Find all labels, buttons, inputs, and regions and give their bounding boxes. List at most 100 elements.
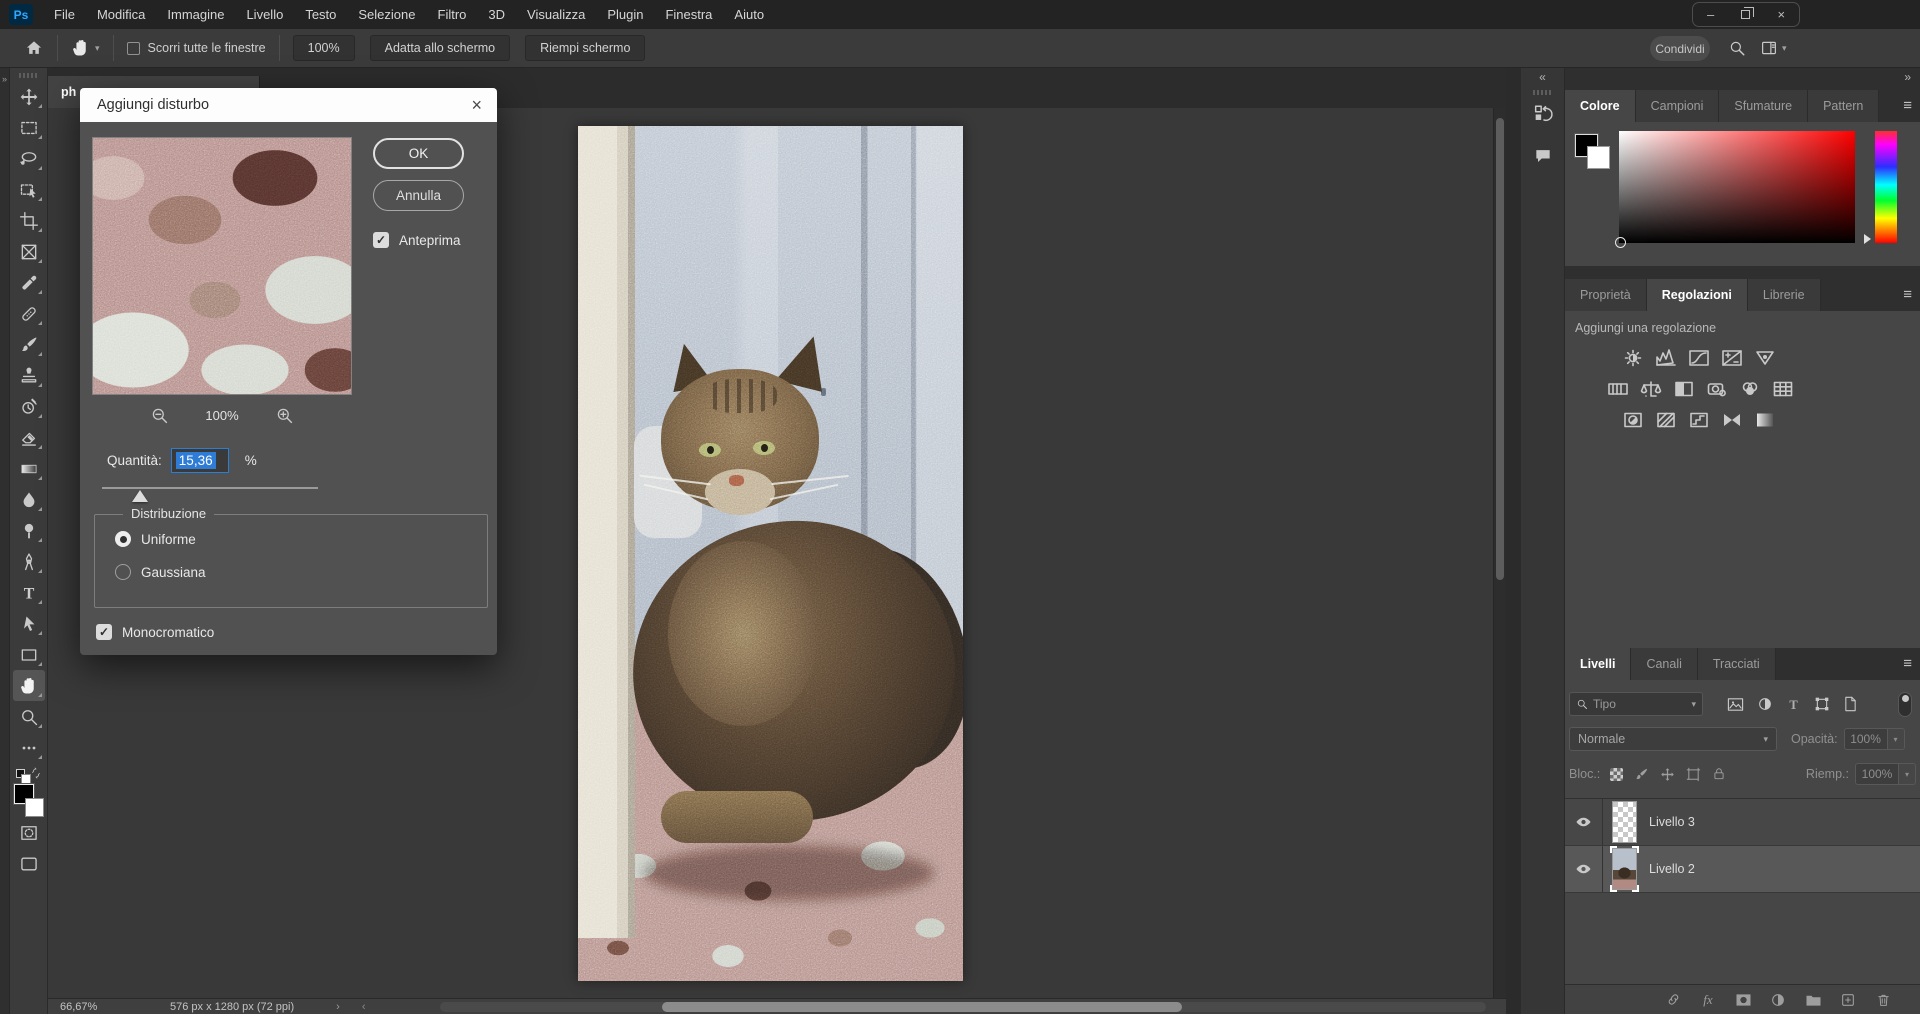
- tool-rectangular-marquee[interactable]: [13, 112, 45, 143]
- fill-screen-button[interactable]: Riempi schermo: [525, 35, 645, 61]
- threshold-icon[interactable]: [1687, 410, 1711, 430]
- tool-zoom[interactable]: [13, 701, 45, 732]
- add-mask-button[interactable]: [1734, 992, 1752, 1008]
- tool-frame[interactable]: [13, 236, 45, 267]
- radio-uniform[interactable]: Uniforme: [115, 531, 196, 547]
- photo-filter-icon[interactable]: [1705, 379, 1729, 399]
- invert-icon[interactable]: [1621, 410, 1645, 430]
- tab-pattern[interactable]: Pattern: [1808, 90, 1879, 122]
- menu-selezione[interactable]: Selezione: [347, 0, 426, 29]
- history-panel-button[interactable]: [1531, 102, 1555, 126]
- menu-plugin[interactable]: Plugin: [596, 0, 654, 29]
- tool-pen[interactable]: [13, 546, 45, 577]
- tab-proprieta[interactable]: Proprietà: [1565, 279, 1647, 311]
- quantity-slider-thumb[interactable]: [132, 490, 148, 502]
- tool-eyedropper[interactable]: [13, 267, 45, 298]
- tool-screen-mode[interactable]: [13, 848, 45, 879]
- brightness-contrast-icon[interactable]: [1621, 348, 1645, 368]
- tab-campioni[interactable]: Campioni: [1636, 90, 1720, 122]
- menu-aiuto[interactable]: Aiuto: [723, 0, 775, 29]
- levels-icon[interactable]: [1654, 348, 1678, 368]
- tool-rectangle[interactable]: [13, 639, 45, 670]
- layer-name[interactable]: Livello 2: [1649, 862, 1695, 876]
- restore-button[interactable]: [1728, 3, 1763, 26]
- hue-strip[interactable]: [1875, 131, 1897, 243]
- layer-filter-search[interactable]: Tipo ▾: [1569, 692, 1703, 716]
- color-balance-icon[interactable]: [1639, 379, 1663, 399]
- cancel-button[interactable]: Annulla: [373, 180, 464, 211]
- scroll-all-windows-checkbox[interactable]: Scorri tutte le finestre: [127, 41, 266, 55]
- vertical-scrollbar-thumb[interactable]: [1496, 118, 1504, 580]
- noise-preview-thumbnail[interactable]: [92, 137, 352, 395]
- quantity-slider-track[interactable]: [102, 487, 318, 489]
- color-picker-ring[interactable]: [1615, 237, 1626, 248]
- channel-mixer-icon[interactable]: [1738, 379, 1762, 399]
- layer-thumbnail[interactable]: [1612, 848, 1637, 890]
- tool-object-selection[interactable]: [13, 174, 45, 205]
- layer-thumbnail[interactable]: [1612, 801, 1637, 843]
- background-color-swatch[interactable]: [25, 798, 44, 817]
- toolbar-collapse-strip[interactable]: »: [0, 68, 10, 1014]
- rail-grip[interactable]: [1533, 90, 1553, 95]
- search-button[interactable]: [1728, 39, 1746, 57]
- new-layer-button[interactable]: [1839, 992, 1857, 1008]
- new-group-button[interactable]: [1804, 992, 1822, 1008]
- layer-row-selected[interactable]: Livello 2: [1565, 846, 1920, 893]
- hue-saturation-icon[interactable]: [1606, 379, 1630, 399]
- tab-livelli[interactable]: Livelli: [1565, 648, 1631, 680]
- tab-regolazioni[interactable]: Regolazioni: [1647, 279, 1748, 311]
- link-layers-button[interactable]: [1664, 992, 1682, 1008]
- quantity-input[interactable]: 15,36: [171, 448, 229, 473]
- dialog-close-button[interactable]: ×: [471, 93, 482, 117]
- new-adjustment-layer-button[interactable]: [1769, 992, 1787, 1008]
- collapse-panels-button[interactable]: «: [1521, 70, 1564, 84]
- tool-crop[interactable]: [13, 205, 45, 236]
- monochromatic-checkbox[interactable]: ✓ Monocromatico: [96, 624, 214, 640]
- menu-testo[interactable]: Testo: [294, 0, 347, 29]
- ok-button[interactable]: OK: [373, 138, 464, 169]
- panel-menu-icon[interactable]: ≡: [1903, 287, 1912, 302]
- zoom-100-button[interactable]: 100%: [293, 35, 355, 61]
- status-zoom-level[interactable]: 66,67%: [60, 999, 130, 1014]
- layer-filter-toggle[interactable]: [1898, 692, 1912, 717]
- radio-gaussian[interactable]: Gaussiana: [115, 564, 206, 580]
- delete-layer-button[interactable]: [1874, 992, 1892, 1008]
- tab-sfumature[interactable]: Sfumature: [1719, 90, 1808, 122]
- layer-row[interactable]: Livello 3: [1565, 799, 1920, 846]
- tab-colore[interactable]: Colore: [1565, 90, 1636, 122]
- layer-name[interactable]: Livello 3: [1649, 815, 1695, 829]
- menu-modifica[interactable]: Modifica: [86, 0, 156, 29]
- close-button[interactable]: ×: [1764, 3, 1799, 26]
- zoom-in-icon[interactable]: [275, 406, 294, 425]
- expand-panels-button[interactable]: »: [1904, 70, 1911, 84]
- tool-blur[interactable]: [13, 484, 45, 515]
- vibrance-icon[interactable]: [1753, 348, 1777, 368]
- dialog-title-bar[interactable]: Aggiungi disturbo ×: [80, 88, 497, 122]
- tool-type[interactable]: T: [13, 577, 45, 608]
- chevron-down-icon[interactable]: ▾: [1899, 763, 1916, 785]
- zoom-out-icon[interactable]: [150, 406, 169, 425]
- color-lookup-icon[interactable]: [1771, 379, 1795, 399]
- menu-finestra[interactable]: Finestra: [654, 0, 723, 29]
- preview-checkbox[interactable]: ✓ Anteprima: [373, 232, 461, 248]
- background-color-swatch[interactable]: [1587, 146, 1610, 169]
- lock-transparency-icon[interactable]: [1610, 768, 1623, 781]
- default-swap-colors[interactable]: [16, 765, 42, 781]
- comments-panel-button[interactable]: [1531, 144, 1555, 168]
- scroll-left-arrow-icon[interactable]: ‹: [362, 999, 366, 1014]
- workspace-switcher[interactable]: ▾: [1760, 39, 1787, 57]
- saturation-brightness-field[interactable]: [1619, 131, 1855, 243]
- blend-mode-select[interactable]: Normale ▾: [1569, 727, 1777, 751]
- minimize-button[interactable]: –: [1693, 3, 1728, 26]
- horizontal-scrollbar[interactable]: [440, 1002, 1486, 1012]
- tool-history-brush[interactable]: [13, 391, 45, 422]
- panel-menu-icon[interactable]: ≡: [1903, 98, 1912, 113]
- black-white-icon[interactable]: [1672, 379, 1696, 399]
- fill-value[interactable]: 100%: [1855, 763, 1899, 785]
- tool-gradient[interactable]: [13, 453, 45, 484]
- tool-spot-healing-brush[interactable]: [13, 298, 45, 329]
- panel-menu-icon[interactable]: ≡: [1903, 656, 1912, 671]
- vertical-scrollbar[interactable]: [1493, 108, 1506, 998]
- menu-immagine[interactable]: Immagine: [156, 0, 235, 29]
- home-button[interactable]: [24, 38, 44, 58]
